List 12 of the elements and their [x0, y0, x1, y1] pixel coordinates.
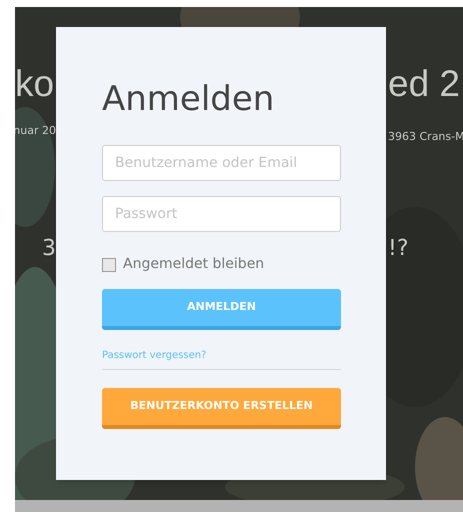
login-button[interactable]: ANMELDEN	[102, 289, 341, 330]
banner-heading: ed 2	[388, 63, 460, 104]
register-button[interactable]: BENUTZERKONTO ERSTELLEN	[102, 388, 341, 429]
banner-tagline: !?	[388, 236, 408, 261]
banner-heading: ko	[15, 63, 54, 104]
text-field[interactable]: Benutzername oder Email	[102, 145, 341, 181]
checkbox[interactable]	[102, 258, 116, 272]
banner-tagline: 3	[42, 235, 56, 263]
text-field[interactable]: Passwort	[102, 196, 341, 232]
forgot-password-link[interactable]: Passwort vergessen?	[102, 348, 206, 363]
checkbox-label: Angemeldet bleiben	[123, 255, 264, 274]
dialog-title: Anmelden	[102, 78, 274, 121]
